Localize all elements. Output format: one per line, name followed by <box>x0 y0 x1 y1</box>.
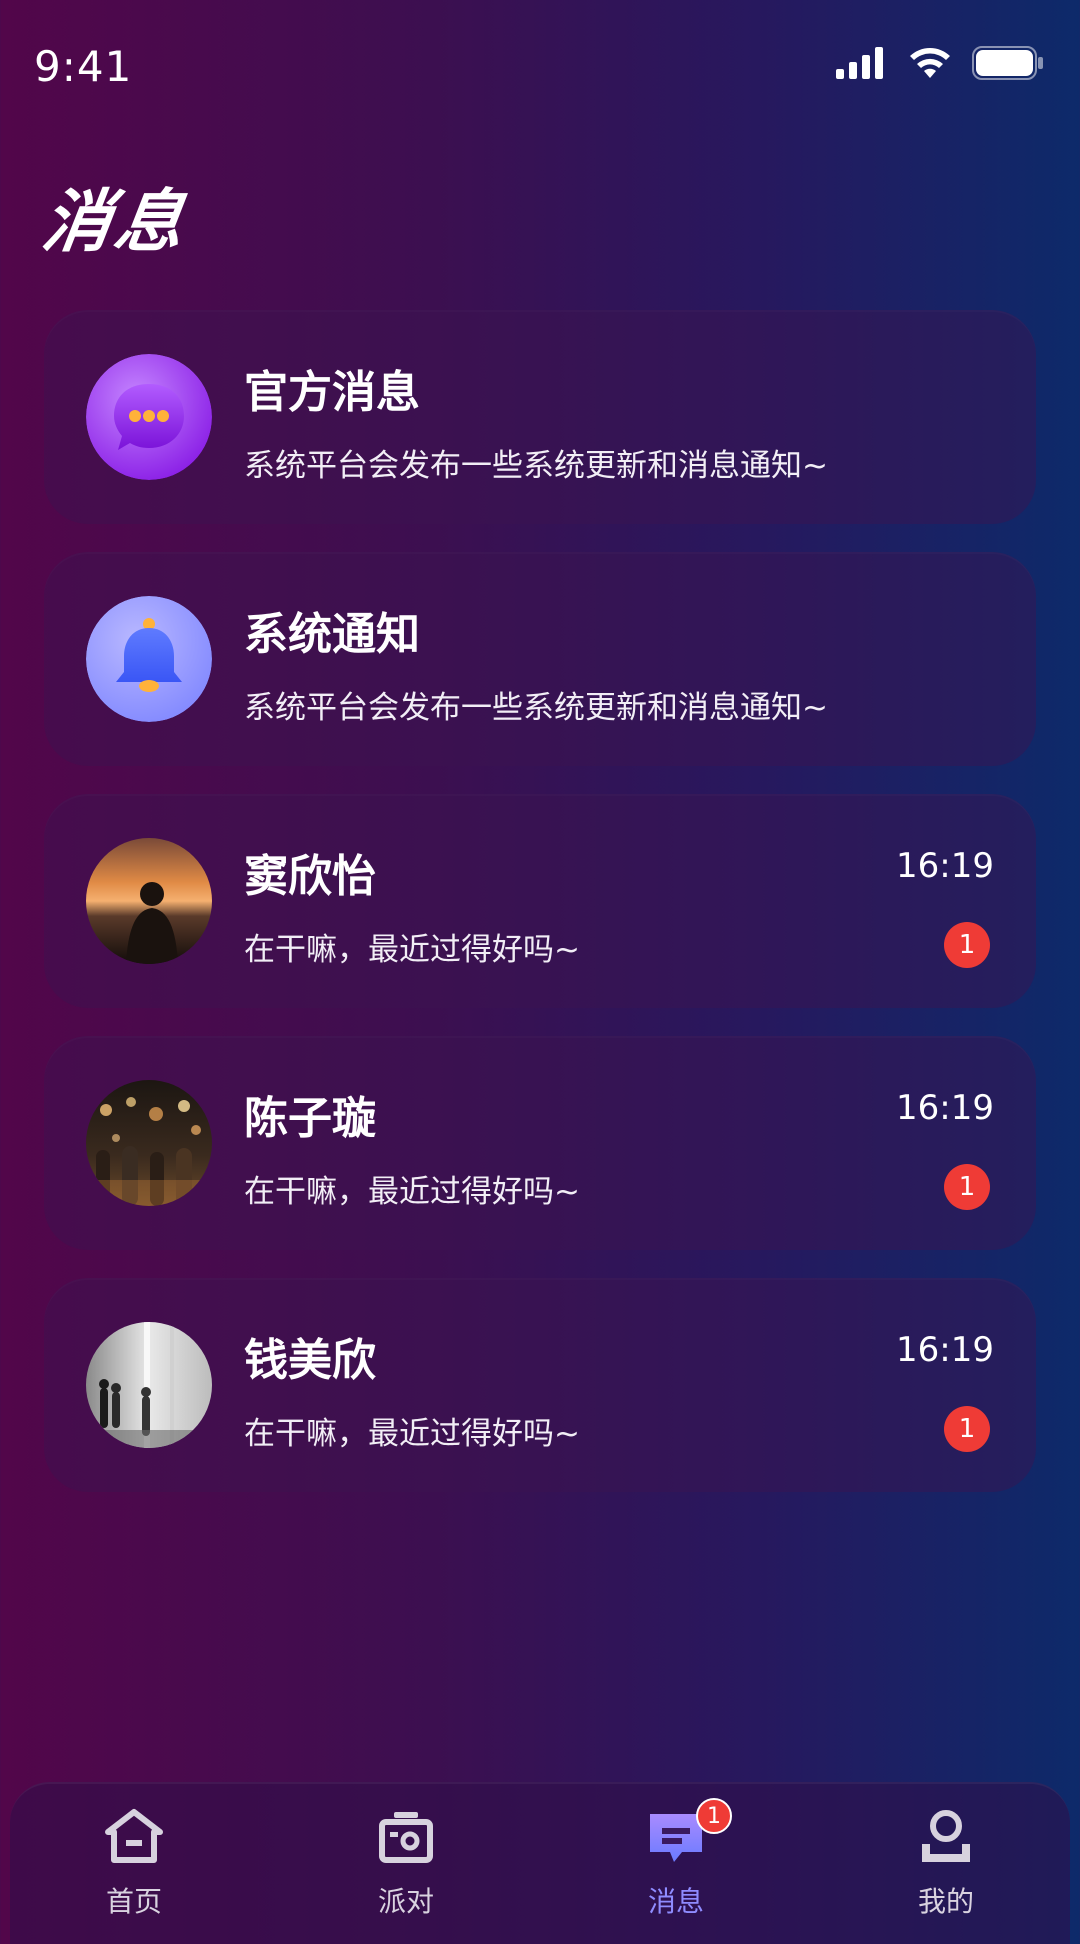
contact-name: 钱美欣 <box>244 1335 376 1386</box>
card-title: 系统通知 <box>244 609 420 660</box>
home-icon <box>105 1809 163 1863</box>
tab-messages[interactable]: 1 消息 <box>596 1784 756 1922</box>
message-preview: 在干嘛，最近过得好吗~ <box>244 932 580 968</box>
contact-name: 窦欣怡 <box>244 851 376 902</box>
tab-party[interactable]: 派对 <box>326 1784 486 1922</box>
message-preview: 在干嘛，最近过得好吗~ <box>244 1174 580 1210</box>
official-messages-card[interactable]: 官方消息 系统平台会发布一些系统更新和消息通知~ <box>44 310 1036 524</box>
tab-label: 首页 <box>105 1885 162 1918</box>
conversation-item[interactable]: 窦欣怡 在干嘛，最近过得好吗~ 16:19 1 <box>44 794 1036 1008</box>
battery-icon <box>972 46 1043 80</box>
avatar <box>86 838 212 964</box>
tab-unread-badge: 1 <box>696 1798 732 1834</box>
signal-icon <box>836 47 883 79</box>
radio-icon <box>379 1812 433 1863</box>
profile-icon <box>922 1810 970 1862</box>
tab-label: 我的 <box>917 1885 974 1918</box>
chat-bubble-icon <box>86 354 212 480</box>
card-title: 官方消息 <box>244 367 420 418</box>
conversation-item[interactable]: 陈子璇 在干嘛，最近过得好吗~ 16:19 1 <box>44 1036 1036 1250</box>
message-time: 16:19 <box>896 846 994 886</box>
wifi-icon <box>910 48 950 78</box>
conversation-item[interactable]: 钱美欣 在干嘛，最近过得好吗~ 16:19 1 <box>44 1278 1036 1492</box>
tab-home[interactable]: 首页 <box>54 1784 214 1922</box>
avatar <box>86 1080 212 1206</box>
unread-badge: 1 <box>944 1164 990 1210</box>
tab-label: 消息 <box>647 1885 704 1918</box>
unread-badge: 1 <box>944 922 990 968</box>
message-time: 16:19 <box>896 1088 994 1128</box>
message-preview: 在干嘛，最近过得好吗~ <box>244 1416 580 1452</box>
bell-icon <box>86 596 212 722</box>
avatar <box>86 1322 212 1448</box>
system-notification-card[interactable]: 系统通知 系统平台会发布一些系统更新和消息通知~ <box>44 552 1036 766</box>
status-icons <box>836 46 1044 80</box>
unread-badge: 1 <box>944 1406 990 1452</box>
card-subtitle: 系统平台会发布一些系统更新和消息通知~ <box>244 690 828 726</box>
message-time: 16:19 <box>896 1330 994 1370</box>
status-time: 9:41 <box>34 42 133 91</box>
tab-label: 派对 <box>377 1885 434 1918</box>
card-subtitle: 系统平台会发布一些系统更新和消息通知~ <box>244 448 828 484</box>
page-title: 消息 <box>37 183 193 262</box>
tab-profile[interactable]: 我的 <box>866 1784 1026 1922</box>
contact-name: 陈子璇 <box>244 1093 376 1144</box>
status-bar: 9:41 <box>0 0 1080 130</box>
